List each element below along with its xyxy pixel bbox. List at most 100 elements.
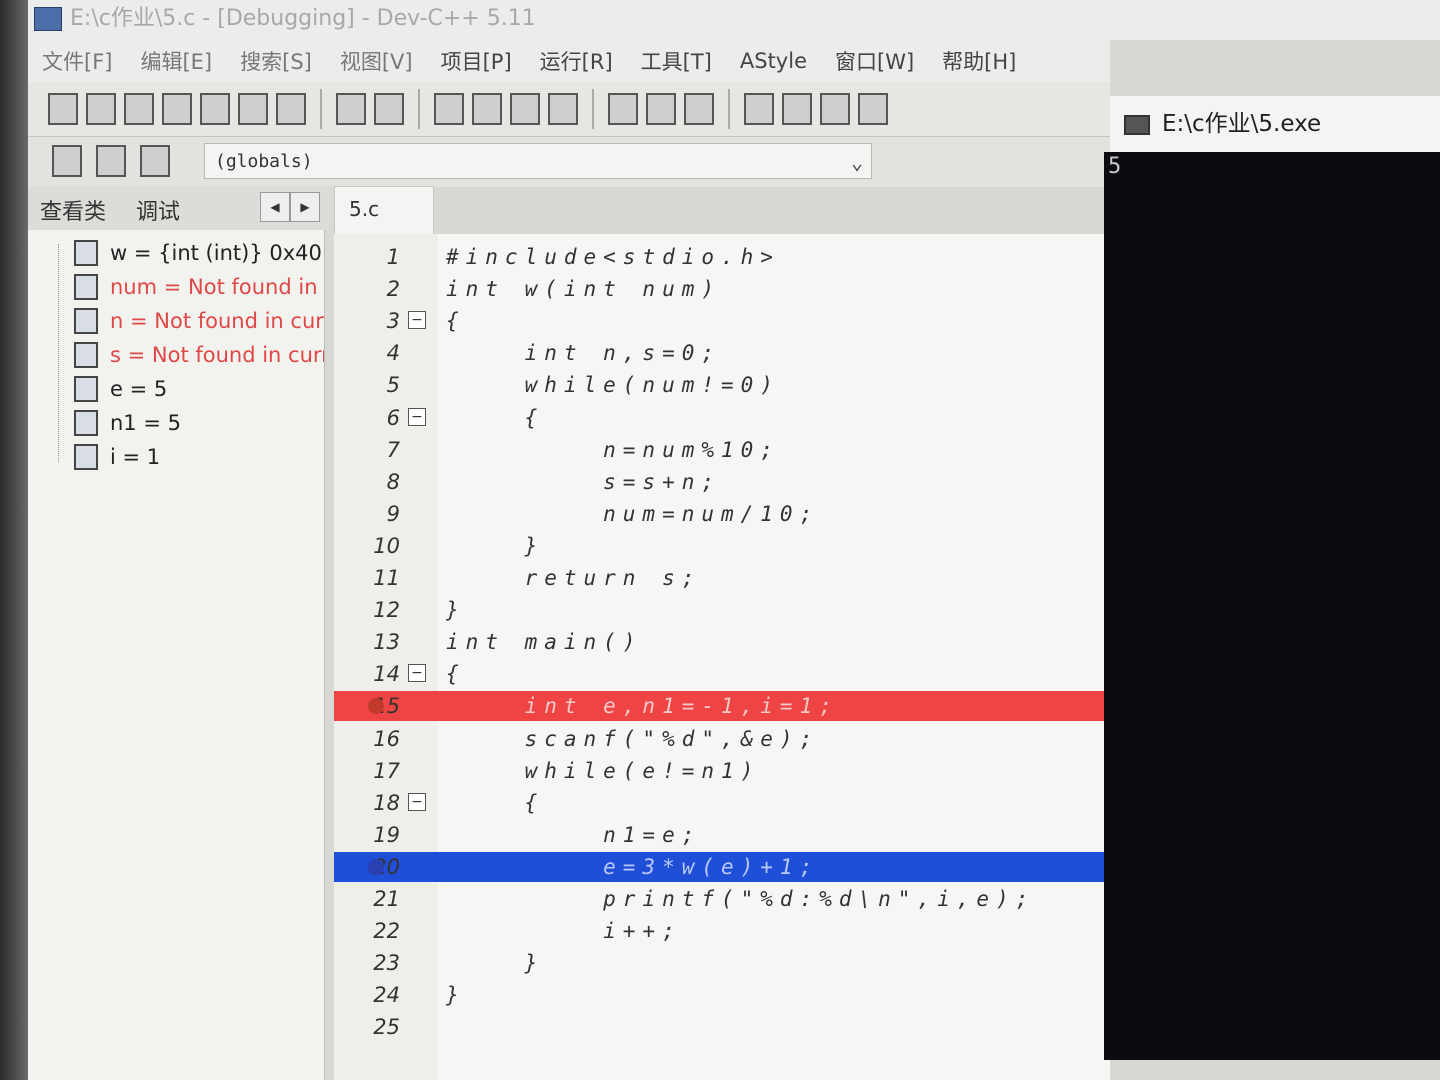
new-file-icon[interactable] bbox=[48, 93, 78, 125]
code-line[interactable]: 7 n=num%10; bbox=[334, 435, 1110, 465]
line-number[interactable]: 7 bbox=[354, 435, 400, 465]
code-line[interactable]: 1 #include<stdio.h> bbox=[334, 242, 1110, 272]
fold-toggle-icon[interactable]: − bbox=[408, 407, 426, 426]
code-line[interactable]: 13 int main() bbox=[334, 627, 1110, 657]
line-number[interactable]: 16 bbox=[354, 724, 400, 754]
line-number[interactable]: 12 bbox=[354, 595, 400, 625]
code-line[interactable]: 14− { bbox=[334, 659, 1110, 689]
watch-item[interactable]: num = Not found in bbox=[74, 272, 318, 302]
code-line[interactable]: 10 } bbox=[334, 531, 1110, 561]
editor-tab-5c[interactable]: 5.c bbox=[334, 186, 434, 234]
undo-icon[interactable] bbox=[336, 93, 366, 125]
menu-run[interactable]: 运行[R] bbox=[526, 46, 627, 76]
line-number[interactable]: 6 bbox=[354, 403, 400, 433]
add-to-project-icon[interactable] bbox=[96, 145, 126, 177]
chevron-left-icon[interactable]: ◀ bbox=[260, 192, 290, 222]
line-number[interactable]: 21 bbox=[354, 884, 400, 914]
line-number[interactable]: 19 bbox=[354, 820, 400, 850]
code-line[interactable]: 23 } bbox=[334, 948, 1110, 978]
menu-file[interactable]: 文件[F] bbox=[28, 46, 126, 76]
menu-window[interactable]: 窗口[W] bbox=[821, 46, 928, 76]
scope-dropdown[interactable]: (globals) ⌄ bbox=[204, 143, 872, 179]
goto-line-icon[interactable] bbox=[684, 93, 714, 125]
rebuild-icon[interactable] bbox=[858, 93, 888, 125]
project-options-icon[interactable] bbox=[140, 145, 170, 177]
line-number[interactable]: 24 bbox=[354, 980, 400, 1010]
replace-icon[interactable] bbox=[472, 93, 502, 125]
tab-debug[interactable]: 调试 bbox=[136, 194, 180, 226]
console-window[interactable]: 5 bbox=[1104, 152, 1440, 1060]
code-line[interactable]: 24} bbox=[334, 980, 1110, 1010]
execution-arrow-icon[interactable] bbox=[368, 858, 384, 875]
save-all-icon[interactable] bbox=[162, 93, 192, 125]
menu-astyle[interactable]: AStyle bbox=[726, 49, 821, 73]
code-line[interactable]: 8 s=s+n; bbox=[334, 467, 1110, 497]
code-line[interactable]: 11 return s; bbox=[334, 563, 1110, 593]
line-number[interactable]: 5 bbox=[354, 370, 400, 400]
redo-icon[interactable] bbox=[374, 93, 404, 125]
new-project-icon[interactable] bbox=[52, 145, 82, 177]
bookmark-next-icon[interactable] bbox=[646, 93, 676, 125]
watch-item[interactable]: n = Not found in cur bbox=[74, 306, 324, 336]
line-number[interactable]: 11 bbox=[354, 563, 400, 593]
watch-item[interactable]: w = {int (int)} 0x4015: bbox=[74, 238, 324, 268]
chevron-down-icon[interactable]: ⌄ bbox=[851, 144, 863, 180]
fold-toggle-icon[interactable]: − bbox=[408, 311, 426, 330]
line-number[interactable]: 3 bbox=[354, 306, 400, 336]
compile-run-icon[interactable] bbox=[820, 93, 850, 125]
indent-icon[interactable] bbox=[510, 93, 540, 125]
line-number[interactable]: 13 bbox=[354, 627, 400, 657]
find-icon[interactable] bbox=[434, 93, 464, 125]
line-number[interactable]: 23 bbox=[354, 948, 400, 978]
code-line[interactable]: 16 scanf("%d",&e); bbox=[334, 724, 1110, 754]
code-line[interactable]: 19 n1=e; bbox=[334, 820, 1110, 850]
save-icon[interactable] bbox=[124, 93, 154, 125]
watch-item[interactable]: i = 1 bbox=[74, 442, 160, 472]
menu-help[interactable]: 帮助[H] bbox=[928, 46, 1030, 76]
code-line[interactable]: 4 int n,s=0; bbox=[334, 338, 1110, 368]
line-number[interactable]: 18 bbox=[354, 788, 400, 818]
watch-item[interactable]: n1 = 5 bbox=[74, 408, 181, 438]
tab-classes[interactable]: 查看类 bbox=[40, 194, 106, 226]
code-line[interactable]: 6− { bbox=[334, 403, 1110, 433]
code-line[interactable]: 21 printf("%d:%d\n",i,e); bbox=[334, 884, 1110, 914]
line-number[interactable]: 10 bbox=[354, 531, 400, 561]
fold-toggle-icon[interactable]: − bbox=[408, 664, 426, 683]
line-number[interactable]: 14 bbox=[354, 659, 400, 689]
breakpoint-line[interactable]: 15 int e,n1=-1,i=1; bbox=[334, 691, 1110, 722]
run-icon[interactable] bbox=[782, 93, 812, 125]
close-file-icon[interactable] bbox=[200, 93, 230, 125]
line-number[interactable]: 1 bbox=[354, 242, 400, 272]
code-line[interactable]: 25 bbox=[334, 1012, 1110, 1042]
code-line[interactable]: 9 num=num/10; bbox=[334, 499, 1110, 529]
menu-view[interactable]: 视图[V] bbox=[326, 46, 427, 76]
menu-edit[interactable]: 编辑[E] bbox=[126, 46, 226, 76]
unindent-icon[interactable] bbox=[548, 93, 578, 125]
code-editor[interactable]: 1 #include<stdio.h> 2 int w(int num) 3−{4 in… bbox=[334, 234, 1110, 1080]
bookmark-prev-icon[interactable] bbox=[608, 93, 638, 125]
watch-item[interactable]: e = 5 bbox=[74, 374, 167, 404]
line-number[interactable]: 8 bbox=[354, 467, 400, 497]
code-line[interactable]: 2 int w(int num) bbox=[334, 274, 1110, 304]
open-file-icon[interactable] bbox=[86, 93, 116, 125]
compile-icon[interactable] bbox=[744, 93, 774, 125]
line-number[interactable]: 22 bbox=[354, 916, 400, 946]
watch-item[interactable]: s = Not found in curr bbox=[74, 340, 324, 370]
print-icon[interactable] bbox=[276, 93, 306, 125]
code-line[interactable]: 17 while(e!=n1) bbox=[334, 756, 1110, 786]
current-execution-line[interactable]: 20 e=3*w(e)+1; bbox=[334, 851, 1110, 882]
code-line[interactable]: 18− { bbox=[334, 788, 1110, 818]
line-number[interactable]: 4 bbox=[354, 338, 400, 368]
code-line[interactable]: 3− { bbox=[334, 306, 1110, 336]
code-line[interactable]: 12} bbox=[334, 595, 1110, 625]
line-number[interactable]: 25 bbox=[354, 1012, 400, 1042]
code-line[interactable]: 22 i++; bbox=[334, 916, 1110, 946]
close-all-icon[interactable] bbox=[238, 93, 268, 125]
menu-project[interactable]: 项目[P] bbox=[427, 46, 526, 76]
fold-toggle-icon[interactable]: − bbox=[408, 792, 426, 811]
line-number[interactable]: 9 bbox=[354, 499, 400, 529]
code-line[interactable]: 5 while(num!=0) bbox=[334, 370, 1110, 400]
menu-search[interactable]: 搜索[S] bbox=[226, 46, 326, 76]
line-number[interactable]: 17 bbox=[354, 756, 400, 786]
chevron-right-icon[interactable]: ▶ bbox=[290, 192, 320, 222]
